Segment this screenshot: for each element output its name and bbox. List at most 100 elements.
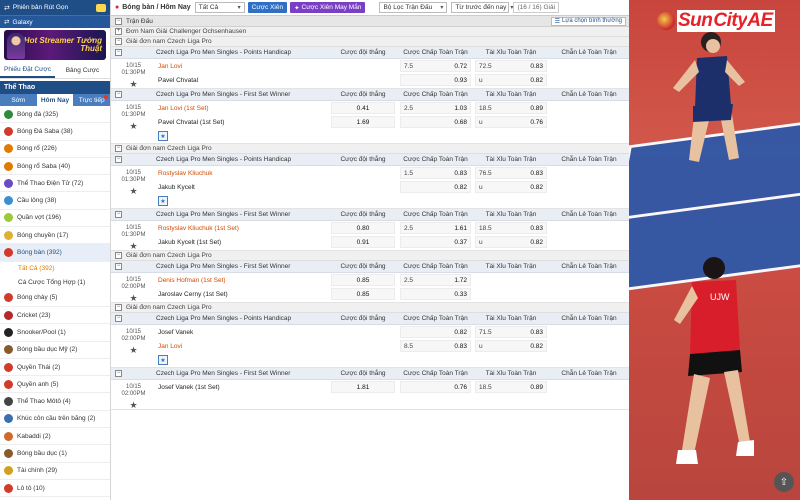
odds-type-select[interactable]: ☰ Lựa chọn bình thường: [550, 16, 626, 26]
odds-over[interactable]: 18.5 0.83: [475, 222, 547, 234]
sidebar-item[interactable]: Bóng bàn (392): [0, 244, 110, 262]
favorite-star-icon[interactable]: ★: [129, 122, 137, 131]
odds-moneyline-away[interactable]: 0.85: [331, 288, 395, 300]
odds-handicap-away[interactable]: 0.93: [400, 74, 471, 86]
market-collapse[interactable]: −: [111, 263, 156, 270]
group-header[interactable]: − Trận Đấu ☰ Lựa chọn bình thường: [111, 16, 629, 27]
streamer-banner[interactable]: Hot Streamer Tướng Thuật: [4, 30, 106, 60]
sidebar-item[interactable]: Bóng Đá Saba (38): [0, 123, 110, 141]
odds-handicap-away[interactable]: 8.5 0.83: [400, 340, 471, 352]
sidebar-item[interactable]: Thể Thao Điện Tử (72): [0, 175, 110, 193]
star-add-icon[interactable]: ★: [158, 131, 168, 141]
odds-handicap-home[interactable]: 1.5 0.83: [400, 167, 471, 179]
sports-header[interactable]: Thể Thao: [0, 81, 110, 94]
collapse-icon[interactable]: −: [115, 145, 122, 152]
odds-handicap-away[interactable]: 0.33: [400, 288, 471, 300]
odds-handicap-home[interactable]: 2.5 1.61: [400, 222, 471, 234]
match-filter-select[interactable]: Bộ Lọc Trận Đấu ▾: [379, 2, 448, 13]
sidebar-item[interactable]: Quyền anh (5): [0, 376, 110, 394]
collapse-icon[interactable]: −: [115, 252, 122, 259]
market-collapse[interactable]: −: [111, 211, 156, 218]
sidebar-item[interactable]: Thể Thao Môtô (4): [0, 393, 110, 411]
collapse-icon[interactable]: −: [115, 315, 122, 322]
market-collapse[interactable]: −: [111, 49, 156, 56]
odds-under[interactable]: u 0.82: [475, 74, 547, 86]
odds-handicap-home[interactable]: 2.5 1.72: [400, 274, 471, 286]
odds-under[interactable]: u 0.82: [475, 181, 547, 193]
odds-over[interactable]: 18.5 0.89: [475, 381, 547, 393]
tab-early[interactable]: Sớm: [0, 94, 37, 106]
collapse-icon[interactable]: −: [115, 211, 122, 218]
sidebar-subitem[interactable]: Tất Cả (392): [0, 262, 110, 276]
favorite-star-icon[interactable]: ★: [129, 80, 137, 89]
expand-icon[interactable]: +: [115, 28, 122, 35]
collapse-icon[interactable]: −: [115, 304, 122, 311]
odds-moneyline-away[interactable]: 0.91: [331, 236, 395, 248]
sidebar-item[interactable]: Kabaddi (2): [0, 428, 110, 446]
compact-version-bar[interactable]: ⇄ Phiên bản Rút Gọn: [0, 0, 110, 15]
galaxy-bar[interactable]: ⇄ Galaxy: [0, 15, 110, 28]
sidebar-item[interactable]: Lô tô (10): [0, 480, 110, 498]
odds-moneyline-home[interactable]: 0.80: [331, 222, 395, 234]
odds-over[interactable]: 76.5 0.83: [475, 167, 547, 179]
sidebar-item[interactable]: Bóng đá (325): [0, 106, 110, 124]
sidebar-subitem[interactable]: Cá Cược Tổng Hợp (1): [0, 276, 110, 290]
odds-handicap-home[interactable]: 2.5 1.03: [400, 102, 471, 114]
sidebar-item[interactable]: Bóng bầu dục Mỹ (2): [0, 342, 110, 359]
collapse-icon[interactable]: −: [115, 17, 122, 25]
collapse-icon[interactable]: −: [115, 38, 122, 45]
market-collapse[interactable]: −: [111, 156, 156, 163]
odds-under[interactable]: u 0.76: [475, 116, 547, 128]
odds-over[interactable]: 72.5 0.83: [475, 60, 547, 72]
odds-over[interactable]: 71.5 0.83: [475, 326, 547, 338]
league-row[interactable]: + Đơn Nam Giải Challenger Ochsenhausen: [111, 27, 629, 37]
sidebar-item[interactable]: Bóng chuyền (17): [0, 227, 110, 245]
market-collapse[interactable]: −: [111, 370, 156, 377]
sidebar-item[interactable]: Quần vợt (196): [0, 210, 110, 228]
odds-moneyline-away[interactable]: 1.69: [331, 116, 395, 128]
market-collapse[interactable]: −: [111, 91, 156, 98]
sidebar-item[interactable]: Khúc côn cầu trên băng (2): [0, 411, 110, 429]
league-row[interactable]: − Giải đơn nam Czech Liga Pro: [111, 251, 629, 261]
sidebar-item[interactable]: Bóng bầu dục (1): [0, 445, 110, 463]
sidebar-item[interactable]: Bóng rổ (226): [0, 141, 110, 158]
collapse-icon[interactable]: −: [115, 156, 122, 163]
odds-handicap-home[interactable]: 0.82: [400, 326, 471, 338]
market-collapse[interactable]: −: [111, 315, 156, 322]
sidebar-item[interactable]: Bóng chày (5): [0, 290, 110, 307]
odds-handicap-away[interactable]: 0.82: [400, 181, 471, 193]
suncity-ad[interactable]: Sun City AE UJW ⇧: [629, 0, 800, 500]
tab-today[interactable]: Hôm Nay: [36, 94, 74, 106]
favorite-star-icon[interactable]: ★: [129, 401, 137, 410]
odds-handicap-away[interactable]: 0.68: [400, 116, 471, 128]
tab-bet-slip[interactable]: Phiếu Đặt Cược: [0, 63, 55, 78]
sidebar-item[interactable]: Cầu lông (38): [0, 192, 110, 210]
sidebar-item[interactable]: Tài chính (29): [0, 463, 110, 480]
odds-under[interactable]: u 0.82: [475, 236, 547, 248]
odds-under[interactable]: u 0.82: [475, 340, 547, 352]
tab-live[interactable]: Trực tiếp: [73, 94, 110, 106]
odds-handicap-home[interactable]: 7.5 0.72: [400, 60, 471, 72]
collapse-icon[interactable]: −: [115, 91, 122, 98]
market-filter-select[interactable]: Tất Cả ▾: [194, 2, 245, 13]
league-row[interactable]: − Giải đơn nam Czech Liga Pro: [111, 303, 629, 313]
favorite-star-icon[interactable]: ★: [129, 187, 137, 196]
star-add-icon[interactable]: ★: [158, 196, 168, 206]
favorite-star-icon[interactable]: ★: [129, 242, 137, 251]
favorite-star-icon[interactable]: ★: [129, 346, 137, 355]
league-pager[interactable]: (16 / 16) Giải: [513, 2, 560, 13]
lucky-parlay-button[interactable]: ✦ Cược Xiên May Mắn: [290, 2, 366, 13]
sidebar-item[interactable]: Quyền Thái (2): [0, 359, 110, 377]
league-row[interactable]: − Giải đơn nam Czech Liga Pro: [111, 37, 629, 47]
sort-select[interactable]: Từ trước đến nay ▾: [451, 2, 513, 13]
odds-handicap-away[interactable]: 0.37: [400, 236, 471, 248]
star-add-icon[interactable]: ★: [158, 355, 168, 365]
odds-moneyline-home[interactable]: 0.85: [331, 274, 395, 286]
odds-moneyline-home[interactable]: 1.81: [331, 381, 395, 393]
odds-handicap-home[interactable]: 0.76: [400, 381, 471, 393]
sidebar-item[interactable]: Cricket (23): [0, 307, 110, 325]
odds-over[interactable]: 18.5 0.89: [475, 102, 547, 114]
favorite-star-icon[interactable]: ★: [129, 294, 137, 303]
sidebar-item[interactable]: Snooker/Pool (1): [0, 324, 110, 342]
collapse-icon[interactable]: −: [115, 370, 122, 377]
